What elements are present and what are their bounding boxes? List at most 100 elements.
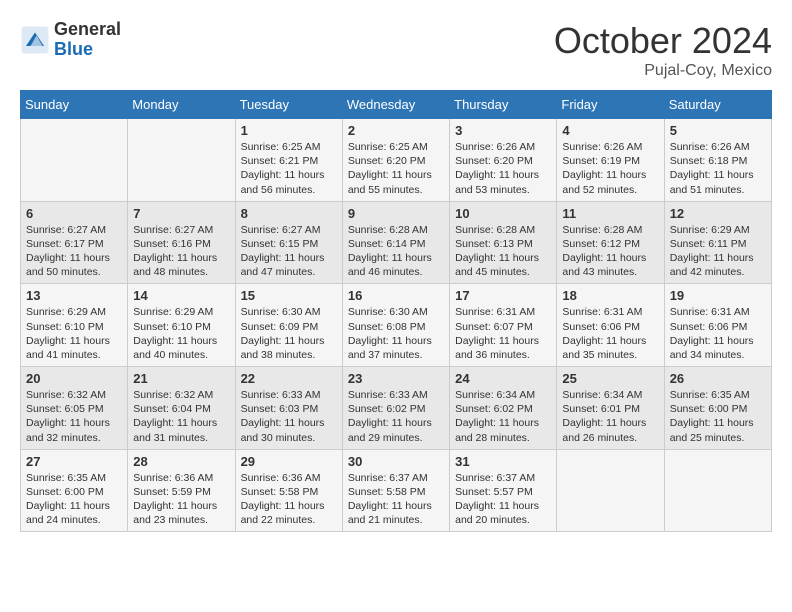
calendar-week-3: 13 Sunrise: 6:29 AM Sunset: 6:10 PM Dayli… xyxy=(21,284,772,367)
day-number: 18 xyxy=(562,288,658,303)
day-number: 19 xyxy=(670,288,766,303)
day-info: Sunrise: 6:25 AM Sunset: 6:20 PM Dayligh… xyxy=(348,140,444,197)
page-header: General Blue October 2024 Pujal-Coy, Mex… xyxy=(20,20,772,80)
calendar-cell: 30 Sunrise: 6:37 AM Sunset: 5:58 PM Dayli… xyxy=(342,449,449,532)
day-info: Sunrise: 6:25 AM Sunset: 6:21 PM Dayligh… xyxy=(241,140,337,197)
day-number: 26 xyxy=(670,371,766,386)
calendar-cell: 4 Sunrise: 6:26 AM Sunset: 6:19 PM Daylig… xyxy=(557,119,664,202)
day-number: 25 xyxy=(562,371,658,386)
day-info: Sunrise: 6:33 AM Sunset: 6:03 PM Dayligh… xyxy=(241,388,337,445)
logo: General Blue xyxy=(20,20,121,60)
calendar-header: SundayMondayTuesdayWednesdayThursdayFrid… xyxy=(21,91,772,119)
calendar-cell: 28 Sunrise: 6:36 AM Sunset: 5:59 PM Dayli… xyxy=(128,449,235,532)
calendar-cell: 3 Sunrise: 6:26 AM Sunset: 6:20 PM Daylig… xyxy=(450,119,557,202)
logo-text: General Blue xyxy=(54,20,121,60)
day-info: Sunrise: 6:29 AM Sunset: 6:11 PM Dayligh… xyxy=(670,223,766,280)
day-info: Sunrise: 6:37 AM Sunset: 5:57 PM Dayligh… xyxy=(455,471,551,528)
calendar-week-4: 20 Sunrise: 6:32 AM Sunset: 6:05 PM Dayli… xyxy=(21,367,772,450)
day-info: Sunrise: 6:30 AM Sunset: 6:09 PM Dayligh… xyxy=(241,305,337,362)
day-info: Sunrise: 6:32 AM Sunset: 6:05 PM Dayligh… xyxy=(26,388,122,445)
weekday-header-friday: Friday xyxy=(557,91,664,119)
day-number: 5 xyxy=(670,123,766,138)
logo-general-text: General xyxy=(54,20,121,40)
calendar-cell: 1 Sunrise: 6:25 AM Sunset: 6:21 PM Daylig… xyxy=(235,119,342,202)
calendar-cell: 17 Sunrise: 6:31 AM Sunset: 6:07 PM Dayli… xyxy=(450,284,557,367)
day-info: Sunrise: 6:34 AM Sunset: 6:01 PM Dayligh… xyxy=(562,388,658,445)
day-info: Sunrise: 6:31 AM Sunset: 6:06 PM Dayligh… xyxy=(670,305,766,362)
weekday-header-monday: Monday xyxy=(128,91,235,119)
calendar-cell xyxy=(557,449,664,532)
day-info: Sunrise: 6:26 AM Sunset: 6:18 PM Dayligh… xyxy=(670,140,766,197)
location: Pujal-Coy, Mexico xyxy=(554,62,772,80)
calendar-cell: 15Sunrise: 6:30 AM Sunset: 6:09 PM Dayli… xyxy=(235,284,342,367)
day-number: 1 xyxy=(241,123,337,138)
day-number: 21 xyxy=(133,371,229,386)
weekday-header-wednesday: Wednesday xyxy=(342,91,449,119)
weekday-header-tuesday: Tuesday xyxy=(235,91,342,119)
calendar-cell: 9Sunrise: 6:28 AM Sunset: 6:14 PM Daylig… xyxy=(342,201,449,284)
calendar-cell: 5 Sunrise: 6:26 AM Sunset: 6:18 PM Daylig… xyxy=(664,119,771,202)
day-info: Sunrise: 6:30 AM Sunset: 6:08 PM Dayligh… xyxy=(348,305,444,362)
calendar-cell xyxy=(664,449,771,532)
day-info: Sunrise: 6:36 AM Sunset: 5:59 PM Dayligh… xyxy=(133,471,229,528)
day-info: Sunrise: 6:37 AM Sunset: 5:58 PM Dayligh… xyxy=(348,471,444,528)
logo-blue-text: Blue xyxy=(54,40,121,60)
day-number: 20 xyxy=(26,371,122,386)
day-number: 4 xyxy=(562,123,658,138)
calendar-cell: 10 Sunrise: 6:28 AM Sunset: 6:13 PM Dayli… xyxy=(450,201,557,284)
day-info: Sunrise: 6:36 AM Sunset: 5:58 PM Dayligh… xyxy=(241,471,337,528)
weekday-header-sunday: Sunday xyxy=(21,91,128,119)
day-info: Sunrise: 6:27 AM Sunset: 6:15 PM Dayligh… xyxy=(241,223,337,280)
day-info: Sunrise: 6:29 AM Sunset: 6:10 PM Dayligh… xyxy=(133,305,229,362)
day-info: Sunrise: 6:29 AM Sunset: 6:10 PM Dayligh… xyxy=(26,305,122,362)
calendar-cell: 31 Sunrise: 6:37 AM Sunset: 5:57 PM Dayli… xyxy=(450,449,557,532)
day-info: Sunrise: 6:31 AM Sunset: 6:07 PM Dayligh… xyxy=(455,305,551,362)
calendar-week-1: 1 Sunrise: 6:25 AM Sunset: 6:21 PM Daylig… xyxy=(21,119,772,202)
day-number: 16 xyxy=(348,288,444,303)
day-number: 31 xyxy=(455,454,551,469)
day-info: Sunrise: 6:28 AM Sunset: 6:12 PM Dayligh… xyxy=(562,223,658,280)
title-block: October 2024 Pujal-Coy, Mexico xyxy=(554,20,772,80)
weekday-header-row: SundayMondayTuesdayWednesdayThursdayFrid… xyxy=(21,91,772,119)
day-number: 29 xyxy=(241,454,337,469)
calendar-cell: 2Sunrise: 6:25 AM Sunset: 6:20 PM Daylig… xyxy=(342,119,449,202)
day-number: 6 xyxy=(26,206,122,221)
calendar-cell: 29 Sunrise: 6:36 AM Sunset: 5:58 PM Dayli… xyxy=(235,449,342,532)
calendar-cell: 22Sunrise: 6:33 AM Sunset: 6:03 PM Dayli… xyxy=(235,367,342,450)
day-number: 17 xyxy=(455,288,551,303)
calendar-cell: 27 Sunrise: 6:35 AM Sunset: 6:00 PM Dayli… xyxy=(21,449,128,532)
day-info: Sunrise: 6:35 AM Sunset: 6:00 PM Dayligh… xyxy=(26,471,122,528)
day-number: 27 xyxy=(26,454,122,469)
day-number: 13 xyxy=(26,288,122,303)
calendar-cell: 21 Sunrise: 6:32 AM Sunset: 6:04 PM Dayli… xyxy=(128,367,235,450)
day-number: 24 xyxy=(455,371,551,386)
day-info: Sunrise: 6:27 AM Sunset: 6:17 PM Dayligh… xyxy=(26,223,122,280)
calendar-cell: 16 Sunrise: 6:30 AM Sunset: 6:08 PM Dayli… xyxy=(342,284,449,367)
day-number: 11 xyxy=(562,206,658,221)
day-number: 3 xyxy=(455,123,551,138)
day-info: Sunrise: 6:35 AM Sunset: 6:00 PM Dayligh… xyxy=(670,388,766,445)
day-number: 12 xyxy=(670,206,766,221)
calendar-cell: 26 Sunrise: 6:35 AM Sunset: 6:00 PM Dayli… xyxy=(664,367,771,450)
calendar-cell: 11 Sunrise: 6:28 AM Sunset: 6:12 PM Dayli… xyxy=(557,201,664,284)
logo-icon xyxy=(20,25,50,55)
calendar-table: SundayMondayTuesdayWednesdayThursdayFrid… xyxy=(20,90,772,532)
calendar-cell: 18Sunrise: 6:31 AM Sunset: 6:06 PM Dayli… xyxy=(557,284,664,367)
day-number: 28 xyxy=(133,454,229,469)
day-info: Sunrise: 6:34 AM Sunset: 6:02 PM Dayligh… xyxy=(455,388,551,445)
calendar-cell: 24 Sunrise: 6:34 AM Sunset: 6:02 PM Dayli… xyxy=(450,367,557,450)
day-info: Sunrise: 6:28 AM Sunset: 6:14 PM Dayligh… xyxy=(348,223,444,280)
day-number: 14 xyxy=(133,288,229,303)
day-info: Sunrise: 6:26 AM Sunset: 6:19 PM Dayligh… xyxy=(562,140,658,197)
calendar-week-5: 27 Sunrise: 6:35 AM Sunset: 6:00 PM Dayli… xyxy=(21,449,772,532)
day-number: 30 xyxy=(348,454,444,469)
weekday-header-thursday: Thursday xyxy=(450,91,557,119)
day-number: 10 xyxy=(455,206,551,221)
day-info: Sunrise: 6:28 AM Sunset: 6:13 PM Dayligh… xyxy=(455,223,551,280)
day-info: Sunrise: 6:32 AM Sunset: 6:04 PM Dayligh… xyxy=(133,388,229,445)
day-info: Sunrise: 6:26 AM Sunset: 6:20 PM Dayligh… xyxy=(455,140,551,197)
calendar-cell: 14 Sunrise: 6:29 AM Sunset: 6:10 PM Dayli… xyxy=(128,284,235,367)
month-title: October 2024 xyxy=(554,20,772,62)
calendar-cell: 7Sunrise: 6:27 AM Sunset: 6:16 PM Daylig… xyxy=(128,201,235,284)
calendar-cell xyxy=(128,119,235,202)
